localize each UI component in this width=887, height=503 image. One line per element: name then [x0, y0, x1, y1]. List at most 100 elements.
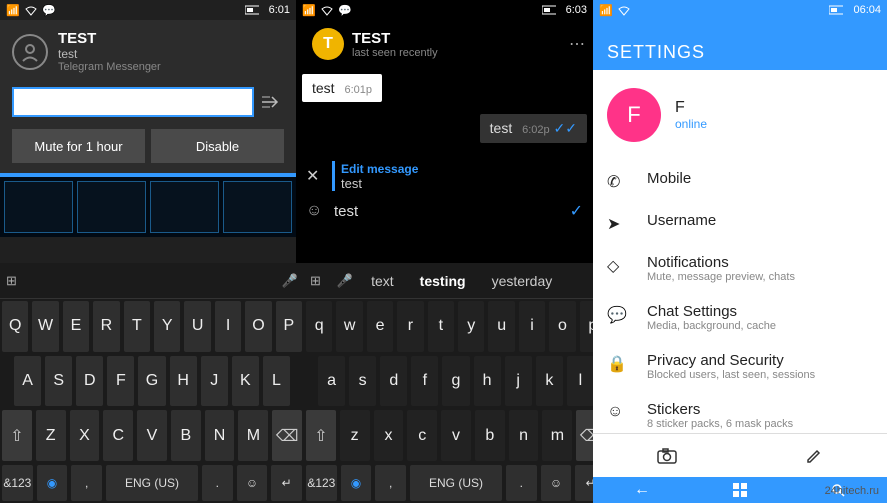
key[interactable]: l [567, 356, 594, 407]
key[interactable]: B [171, 410, 201, 461]
key[interactable]: W [32, 301, 58, 352]
mute-button[interactable]: Mute for 1 hour [12, 129, 145, 163]
chat-title[interactable]: TEST [352, 30, 569, 47]
key[interactable]: z [340, 410, 370, 461]
emoji-key[interactable]: ☺ [541, 465, 572, 501]
key[interactable]: q [306, 301, 332, 352]
key[interactable]: x [374, 410, 404, 461]
key[interactable]: Z [36, 410, 66, 461]
shift-key[interactable]: ⇧ [306, 410, 336, 461]
mic-icon[interactable]: 🎤 [337, 273, 353, 289]
key[interactable]: u [488, 301, 514, 352]
key[interactable]: X [70, 410, 100, 461]
compose-input[interactable]: test [328, 203, 561, 220]
key[interactable]: P [276, 301, 302, 352]
backspace-key[interactable]: ⌫ [272, 410, 302, 461]
settings-item-privacy[interactable]: 🔒 Privacy and Security Blocked users, la… [593, 342, 887, 391]
settings-item-mobile[interactable]: ✆ Mobile [593, 160, 887, 202]
key[interactable]: i [519, 301, 545, 352]
more-icon[interactable]: ⋯ [569, 34, 585, 54]
key[interactable]: f [411, 356, 438, 407]
numsym-key[interactable]: &123 [306, 465, 337, 501]
key[interactable]: j [505, 356, 532, 407]
space-key[interactable]: ENG (US) [410, 465, 502, 501]
key[interactable]: Q [2, 301, 28, 352]
emoji-icon[interactable]: ☺ [306, 202, 328, 220]
expand-icon[interactable]: ⊞ [6, 273, 17, 289]
send-icon[interactable] [262, 95, 284, 109]
suggestion[interactable]: text [363, 273, 402, 289]
edit-button[interactable] [740, 434, 887, 477]
close-icon[interactable]: ✕ [306, 166, 326, 186]
confirm-icon[interactable]: ✓ [561, 201, 583, 221]
key[interactable]: G [138, 356, 165, 407]
profile-avatar[interactable]: F [607, 88, 661, 142]
enter-key[interactable]: ↵ [271, 465, 302, 501]
key[interactable]: C [103, 410, 133, 461]
emoji-key[interactable]: ☺ [237, 465, 268, 501]
comma-key[interactable]: , [71, 465, 102, 501]
reply-input[interactable] [12, 87, 254, 117]
key[interactable]: s [349, 356, 376, 407]
key[interactable]: S [45, 356, 72, 407]
key[interactable]: I [215, 301, 241, 352]
chat-body[interactable]: test 6:01p test 6:02p ✓✓ ✕ Edit message … [296, 68, 593, 227]
start-button[interactable] [691, 477, 789, 503]
keyboard[interactable]: ⊞ 🎤 Q W E R T Y U I O P A S D F G [0, 263, 608, 503]
key[interactable]: T [124, 301, 150, 352]
key[interactable]: v [441, 410, 471, 461]
key[interactable]: R [93, 301, 119, 352]
disable-button[interactable]: Disable [151, 129, 284, 163]
key[interactable]: a [318, 356, 345, 407]
key[interactable]: K [232, 356, 259, 407]
expand-icon[interactable]: ⊞ [310, 273, 321, 289]
key[interactable]: O [245, 301, 271, 352]
key[interactable]: A [14, 356, 41, 407]
numsym-key[interactable]: &123 [2, 465, 33, 501]
settings-item-chat[interactable]: 💬 Chat Settings Media, background, cache [593, 293, 887, 342]
key[interactable]: n [509, 410, 539, 461]
key[interactable]: F [107, 356, 134, 407]
key[interactable]: N [205, 410, 235, 461]
profile-row[interactable]: F F online [593, 70, 887, 160]
key[interactable]: H [170, 356, 197, 407]
key[interactable]: J [201, 356, 228, 407]
cursor-dot-key[interactable]: ◉ [341, 465, 372, 501]
space-key[interactable]: ENG (US) [106, 465, 198, 501]
comma-key[interactable]: , [375, 465, 406, 501]
key[interactable]: Y [154, 301, 180, 352]
key[interactable]: t [428, 301, 454, 352]
camera-button[interactable] [593, 434, 740, 477]
settings-item-username[interactable]: ➤ Username [593, 202, 887, 244]
mic-icon[interactable]: 🎤 [282, 273, 298, 289]
key[interactable]: h [474, 356, 501, 407]
chat-avatar[interactable]: T [312, 28, 344, 60]
back-button[interactable]: ← [593, 477, 691, 503]
settings-item-notifications[interactable]: ◇ Notifications Mute, message preview, c… [593, 244, 887, 293]
key[interactable]: y [458, 301, 484, 352]
key[interactable]: V [137, 410, 167, 461]
key[interactable]: D [76, 356, 103, 407]
key[interactable]: E [63, 301, 89, 352]
key[interactable]: g [442, 356, 469, 407]
message-in[interactable]: test 6:01p [302, 74, 382, 102]
cursor-dot-key[interactable]: ◉ [37, 465, 68, 501]
key[interactable]: U [184, 301, 210, 352]
key[interactable]: M [238, 410, 268, 461]
key[interactable]: w [336, 301, 362, 352]
key[interactable]: o [549, 301, 575, 352]
shift-key[interactable]: ⇧ [2, 410, 32, 461]
key[interactable]: b [475, 410, 505, 461]
key[interactable]: L [263, 356, 290, 407]
suggestion[interactable]: yesterday [484, 273, 561, 289]
period-key[interactable]: . [202, 465, 233, 501]
key[interactable]: r [397, 301, 423, 352]
period-key[interactable]: . [506, 465, 537, 501]
suggestion[interactable]: testing [412, 273, 474, 289]
key[interactable]: m [542, 410, 572, 461]
key[interactable]: e [367, 301, 393, 352]
key[interactable]: k [536, 356, 563, 407]
key[interactable]: d [380, 356, 407, 407]
message-out[interactable]: test 6:02p ✓✓ [480, 114, 587, 143]
key[interactable]: c [407, 410, 437, 461]
